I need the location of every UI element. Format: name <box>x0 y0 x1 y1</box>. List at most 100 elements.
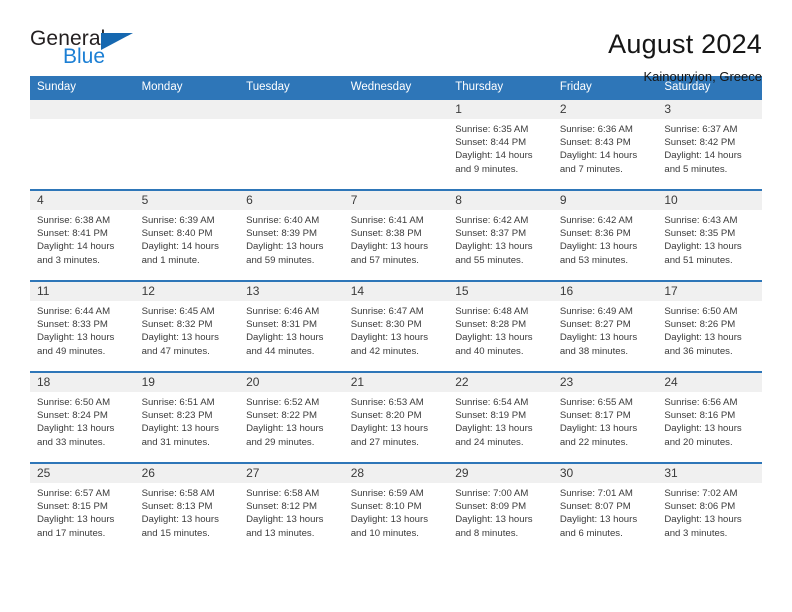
day-detail-line: Sunset: 8:20 PM <box>350 410 422 422</box>
day-sun-details: Sunrise: 6:59 AM Sunset: 8:10 PM Daylight:… <box>344 483 449 540</box>
day-sun-details: Sunrise: 6:37 AM Sunset: 8:42 PM Daylight:… <box>657 119 762 176</box>
day-detail-line: and 8 minutes. <box>455 527 519 539</box>
calendar-day-cell[interactable]: 8 Sunrise: 6:42 AM Sunset: 8:37 PM Daylight… <box>448 189 553 281</box>
day-detail-line: Daylight: 13 hours <box>664 423 742 435</box>
day-detail-line: Sunset: 8:16 PM <box>664 410 736 422</box>
day-number: 30 <box>552 464 658 483</box>
day-detail-line: Daylight: 14 hours <box>37 241 115 253</box>
day-detail-line: Sunrise: 6:55 AM <box>559 397 633 408</box>
calendar-day-cell[interactable]: 2 Sunrise: 6:36 AM Sunset: 8:43 PM Daylight… <box>552 98 658 190</box>
month-calendar: Sunday Monday Tuesday Wednesday Thursday Frid… <box>30 76 762 554</box>
calendar-day-cell[interactable]: 6 Sunrise: 6:40 AM Sunset: 8:39 PM Daylight… <box>239 189 344 281</box>
day-detail-line: Sunrise: 6:58 AM <box>246 488 320 499</box>
day-number: 24 <box>657 373 762 392</box>
day-detail-line: Daylight: 13 hours <box>664 241 742 253</box>
day-detail-line: Sunset: 8:32 PM <box>141 319 213 331</box>
day-detail-line: Daylight: 13 hours <box>664 332 742 344</box>
day-sun-details: Sunrise: 6:55 AM Sunset: 8:17 PM Daylight:… <box>553 392 658 449</box>
calendar-day-cell[interactable]: 30 Sunrise: 7:01 AM Sunset: 8:07 PM Dayligh… <box>552 462 658 554</box>
day-number: 23 <box>552 373 658 392</box>
day-number: 1 <box>448 100 553 119</box>
calendar-day-cell[interactable]: 22 Sunrise: 6:54 AM Sunset: 8:19 PM Dayligh… <box>448 371 553 463</box>
calendar-day-cell[interactable]: 15 Sunrise: 6:48 AM Sunset: 8:28 PM Dayligh… <box>448 280 553 372</box>
calendar-day-cell[interactable]: 27 Sunrise: 6:58 AM Sunset: 8:12 PM Dayligh… <box>239 462 344 554</box>
calendar-day-cell[interactable]: 13 Sunrise: 6:46 AM Sunset: 8:31 PM Dayligh… <box>239 280 344 372</box>
day-detail-line: Daylight: 13 hours <box>559 514 638 526</box>
calendar-day-cell[interactable]: 17 Sunrise: 6:50 AM Sunset: 8:26 PM Dayligh… <box>657 280 762 372</box>
day-detail-line: and 3 minutes. <box>37 254 100 266</box>
day-detail-line: and 42 minutes. <box>350 345 419 357</box>
general-blue-logo[interactable]: General Blue <box>30 28 150 76</box>
calendar-day-cell[interactable]: 1 Sunrise: 6:35 AM Sunset: 8:44 PM Daylight… <box>448 98 553 190</box>
day-detail-line: Daylight: 13 hours <box>141 514 219 526</box>
day-detail-line: Sunset: 8:35 PM <box>664 228 736 240</box>
day-detail-line: Sunset: 8:09 PM <box>455 501 527 513</box>
day-detail-line: and 20 minutes. <box>664 436 733 448</box>
day-detail-line: Sunset: 8:22 PM <box>246 410 318 422</box>
calendar-day-cell[interactable]: 16 Sunrise: 6:49 AM Sunset: 8:27 PM Dayligh… <box>552 280 658 372</box>
day-number: 14 <box>343 282 449 301</box>
day-sun-details: Sunrise: 6:42 AM Sunset: 8:36 PM Daylight:… <box>553 210 658 267</box>
day-number: 16 <box>552 282 658 301</box>
calendar-day-cell[interactable]: 5 Sunrise: 6:39 AM Sunset: 8:40 PM Daylight… <box>134 189 240 281</box>
calendar-day-cell[interactable]: 25 Sunrise: 6:57 AM Sunset: 8:15 PM Dayligh… <box>30 462 135 554</box>
calendar-body: 1 Sunrise: 6:35 AM Sunset: 8:44 PM Daylight… <box>30 98 762 554</box>
day-detail-line: Sunset: 8:44 PM <box>455 137 527 149</box>
calendar-page: General Blue August 2024 Kainouryion, Gr… <box>0 0 792 612</box>
day-sun-details: Sunrise: 7:01 AM Sunset: 8:07 PM Daylight:… <box>553 483 658 540</box>
day-sun-details: Sunrise: 6:44 AM Sunset: 8:33 PM Daylight:… <box>30 301 135 358</box>
triangle-icon <box>101 33 133 50</box>
day-detail-line: and 49 minutes. <box>37 345 106 357</box>
day-detail-line: and 29 minutes. <box>246 436 315 448</box>
calendar-day-cell[interactable]: 28 Sunrise: 6:59 AM Sunset: 8:10 PM Dayligh… <box>343 462 449 554</box>
day-sun-details: Sunrise: 6:49 AM Sunset: 8:27 PM Daylight:… <box>553 301 658 358</box>
day-number: 20 <box>239 373 344 392</box>
calendar-day-cell[interactable]: 9 Sunrise: 6:42 AM Sunset: 8:36 PM Daylight… <box>552 189 658 281</box>
day-number: 31 <box>657 464 762 483</box>
calendar-day-cell[interactable]: 29 Sunrise: 7:00 AM Sunset: 8:09 PM Dayligh… <box>448 462 553 554</box>
calendar-day-cell[interactable]: 31 Sunrise: 7:02 AM Sunset: 8:06 PM Dayligh… <box>657 462 762 554</box>
calendar-day-cell[interactable]: 23 Sunrise: 6:55 AM Sunset: 8:17 PM Dayligh… <box>552 371 658 463</box>
day-detail-line: Daylight: 13 hours <box>559 241 638 253</box>
calendar-day-cell[interactable]: 7 Sunrise: 6:41 AM Sunset: 8:38 PM Daylight… <box>343 189 449 281</box>
day-sun-details: Sunrise: 7:00 AM Sunset: 8:09 PM Daylight:… <box>448 483 553 540</box>
calendar-day-cell[interactable]: 21 Sunrise: 6:53 AM Sunset: 8:20 PM Dayligh… <box>343 371 449 463</box>
calendar-day-cell[interactable]: 26 Sunrise: 6:58 AM Sunset: 8:13 PM Dayligh… <box>134 462 240 554</box>
day-number: 5 <box>134 191 240 210</box>
calendar-day-cell[interactable]: 4 Sunrise: 6:38 AM Sunset: 8:41 PM Daylight… <box>30 189 135 281</box>
day-sun-details: Sunrise: 7:02 AM Sunset: 8:06 PM Daylight:… <box>657 483 762 540</box>
day-detail-line: Sunrise: 6:42 AM <box>559 215 633 226</box>
weekday-header-monday: Monday <box>134 76 240 99</box>
day-sun-details: Sunrise: 6:51 AM Sunset: 8:23 PM Daylight:… <box>135 392 240 449</box>
calendar-day-cell[interactable]: 11 Sunrise: 6:44 AM Sunset: 8:33 PM Dayligh… <box>30 280 135 372</box>
day-detail-line: and 1 minute. <box>141 254 200 266</box>
day-number: 21 <box>343 373 449 392</box>
calendar-day-cell[interactable]: 19 Sunrise: 6:51 AM Sunset: 8:23 PM Dayligh… <box>134 371 240 463</box>
calendar-day-cell[interactable]: 10 Sunrise: 6:43 AM Sunset: 8:35 PM Dayligh… <box>657 189 762 281</box>
calendar-day-cell[interactable]: 3 Sunrise: 6:37 AM Sunset: 8:42 PM Daylight… <box>657 98 762 190</box>
calendar-day-cell[interactable]: 18 Sunrise: 6:50 AM Sunset: 8:24 PM Dayligh… <box>30 371 135 463</box>
day-detail-line: Sunset: 8:27 PM <box>559 319 631 331</box>
day-sun-details: Sunrise: 6:41 AM Sunset: 8:38 PM Daylight:… <box>344 210 449 267</box>
day-sun-details: Sunrise: 6:48 AM Sunset: 8:28 PM Daylight:… <box>448 301 553 358</box>
day-detail-line: Daylight: 13 hours <box>246 514 324 526</box>
day-detail-line: Sunset: 8:30 PM <box>350 319 422 331</box>
day-sun-details: Sunrise: 6:45 AM Sunset: 8:32 PM Daylight:… <box>135 301 240 358</box>
day-detail-line: Sunrise: 6:36 AM <box>559 124 633 135</box>
day-detail-line: Sunrise: 6:53 AM <box>350 397 424 408</box>
day-detail-line: Sunset: 8:42 PM <box>664 137 736 149</box>
calendar-day-cell[interactable]: 20 Sunrise: 6:52 AM Sunset: 8:22 PM Dayligh… <box>239 371 344 463</box>
day-detail-line: Sunrise: 6:52 AM <box>246 397 320 408</box>
day-detail-line: Sunrise: 6:37 AM <box>664 124 738 135</box>
day-number: 19 <box>134 373 240 392</box>
day-detail-line: and 9 minutes. <box>455 163 519 175</box>
day-detail-line: Sunset: 8:36 PM <box>559 228 631 240</box>
day-detail-line: Sunrise: 6:49 AM <box>559 306 633 317</box>
day-number: 10 <box>657 191 762 210</box>
calendar-day-cell[interactable]: 14 Sunrise: 6:47 AM Sunset: 8:30 PM Dayligh… <box>343 280 449 372</box>
day-detail-line: and 31 minutes. <box>141 436 210 448</box>
calendar-day-cell[interactable]: 12 Sunrise: 6:45 AM Sunset: 8:32 PM Dayligh… <box>134 280 240 372</box>
day-detail-line: Sunset: 8:43 PM <box>559 137 631 149</box>
day-number: 17 <box>657 282 762 301</box>
calendar-day-cell[interactable]: 24 Sunrise: 6:56 AM Sunset: 8:16 PM Dayligh… <box>657 371 762 463</box>
